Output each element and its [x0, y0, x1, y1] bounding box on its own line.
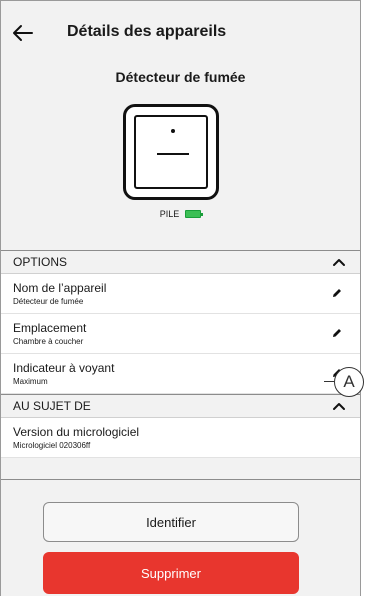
back-button[interactable] [9, 19, 37, 47]
pencil-icon[interactable] [330, 286, 344, 300]
pencil-icon[interactable] [330, 326, 344, 340]
about-heading: AU SUJET DE [13, 399, 91, 413]
page-title: Détails des appareils [67, 23, 227, 40]
action-buttons-area: Identifier Supprimer [1, 479, 360, 596]
device-led [171, 129, 175, 133]
device-details-screen: Détails des appareils Détecteur de fumée… [0, 0, 361, 596]
callout-marker: A [334, 367, 364, 397]
delete-button[interactable]: Supprimer [43, 552, 299, 594]
chevron-up-icon[interactable] [332, 256, 346, 268]
battery-status: PILE [1, 209, 360, 219]
row-value: Chambre à coucher [13, 337, 84, 346]
row-label: Emplacement [13, 321, 87, 335]
options-heading: OPTIONS [13, 255, 68, 269]
device-name: Détecteur de fumée [115, 69, 246, 85]
arrow-left-icon [13, 25, 33, 41]
smoke-detector-image [123, 104, 219, 200]
row-label: Version du micrologiciel [13, 425, 140, 439]
header: Détails des appareils [1, 1, 360, 65]
about-section-header[interactable]: AU SUJET DE [1, 394, 360, 418]
identify-button[interactable]: Identifier [43, 502, 299, 542]
options-section-header[interactable]: OPTIONS [1, 250, 360, 274]
row-value: Détecteur de fumée [13, 297, 84, 306]
battery-icon [185, 210, 204, 218]
row-label: Indicateur à voyant [13, 361, 115, 375]
chevron-up-icon[interactable] [332, 400, 346, 412]
row-device-name[interactable]: Nom de l’appareil Détecteur de fumée [1, 274, 360, 314]
device-face [134, 115, 208, 189]
row-value: Maximum [13, 377, 48, 386]
battery-label: PILE [159, 209, 180, 219]
row-location[interactable]: Emplacement Chambre à coucher [1, 314, 360, 354]
callout-leader-line [324, 381, 334, 382]
row-firmware-version: Version du micrologiciel Micrologiciel 0… [1, 418, 360, 458]
row-led-indicator[interactable]: Indicateur à voyant Maximum [1, 354, 360, 394]
row-label: Nom de l’appareil [13, 281, 107, 295]
device-button-line [157, 153, 189, 155]
row-value: Micrologiciel 020306ff [13, 441, 91, 450]
